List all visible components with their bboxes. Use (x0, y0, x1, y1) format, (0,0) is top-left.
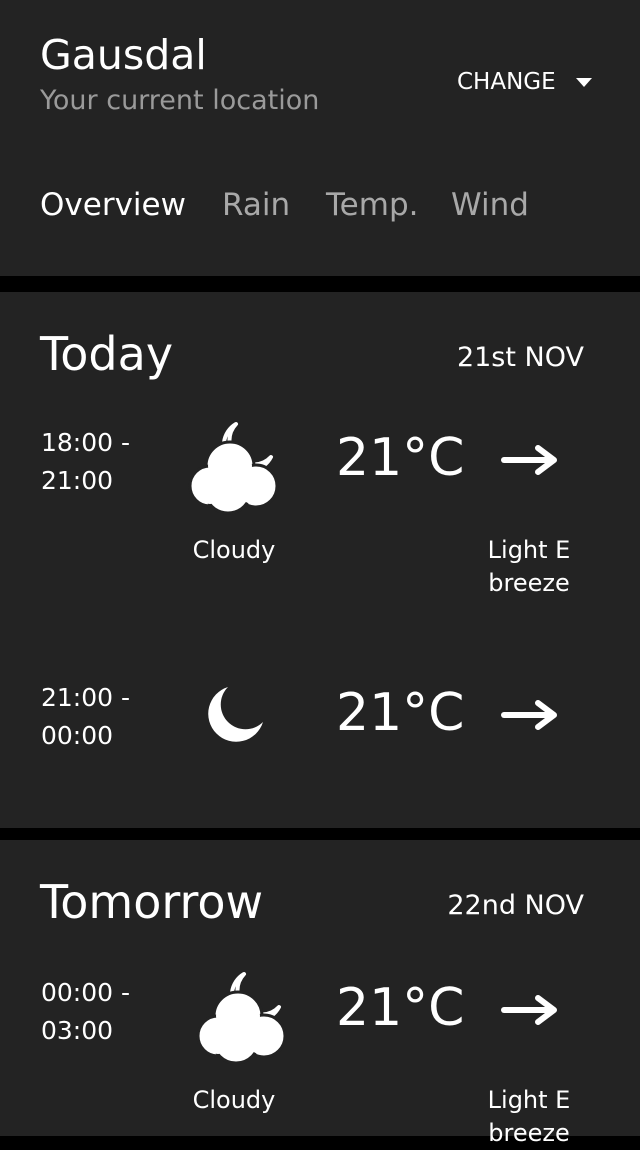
location-name: Gausdal (40, 31, 207, 79)
period-time: 21:00 - 00:00 (41, 679, 130, 755)
wind-line-2: breeze (488, 1119, 570, 1147)
period-condition: Cloudy (192, 536, 276, 564)
tab-rain[interactable]: Rain (222, 180, 290, 230)
day-title: Tomorrow (40, 875, 264, 929)
wind-line-2: breeze (488, 569, 570, 597)
forecast-tabs: Overview Rain Temp. Wind (0, 180, 640, 230)
period-start: 18:00 - (41, 428, 131, 457)
day-card-today: Today 21st NOV 18:00 - 21:00 21°C Cloudy… (0, 292, 640, 828)
moon-icon (208, 687, 263, 742)
caret-down-icon (575, 77, 592, 87)
period-wind-description: Light E breeze (470, 1084, 588, 1150)
tab-overview[interactable]: Overview (40, 180, 186, 230)
arrow-right-icon (501, 700, 557, 730)
period-temperature: 21°C (336, 428, 465, 488)
day-date: 22nd NOV (447, 890, 584, 921)
tab-wind[interactable]: Wind (451, 180, 529, 230)
wind-line-1: Light E (487, 1086, 571, 1114)
period-end: 00:00 (41, 721, 114, 750)
period-start: 21:00 - (41, 683, 131, 712)
day-title: Today (40, 327, 174, 381)
location-subtitle: Your current location (40, 85, 320, 116)
day-card-tomorrow: Tomorrow 22nd NOV 00:00 - 03:00 21°C Clo… (0, 840, 640, 1147)
location-header: Gausdal Your current location CHANGE Ove… (0, 0, 640, 276)
arrow-right-icon (501, 445, 557, 475)
period-temperature: 21°C (336, 683, 465, 743)
arrow-right-icon (501, 995, 557, 1025)
forecast-period-row[interactable]: 18:00 - 21:00 21°C Cloudy Light E breeze (0, 412, 640, 622)
day-date: 21st NOV (456, 342, 584, 373)
forecast-period-row[interactable]: 00:00 - 03:00 21°C Cloudy Light E breeze (0, 962, 640, 1147)
cloud-moon-icon (196, 972, 287, 1065)
wind-line-1: Light E (487, 536, 571, 564)
period-end: 03:00 (41, 1016, 114, 1045)
tab-temp[interactable]: Temp. (326, 180, 418, 230)
change-location-label: CHANGE (457, 69, 556, 95)
period-condition: Cloudy (192, 1086, 276, 1114)
cloud-moon-icon (188, 422, 279, 515)
change-location-button[interactable]: CHANGE (448, 60, 608, 104)
period-end: 21:00 (41, 466, 114, 495)
period-time: 18:00 - 21:00 (41, 424, 130, 500)
period-time: 00:00 - 03:00 (41, 974, 130, 1050)
period-temperature: 21°C (336, 978, 465, 1038)
period-start: 00:00 - (41, 978, 131, 1007)
period-wind-description: Light E breeze (470, 534, 588, 600)
